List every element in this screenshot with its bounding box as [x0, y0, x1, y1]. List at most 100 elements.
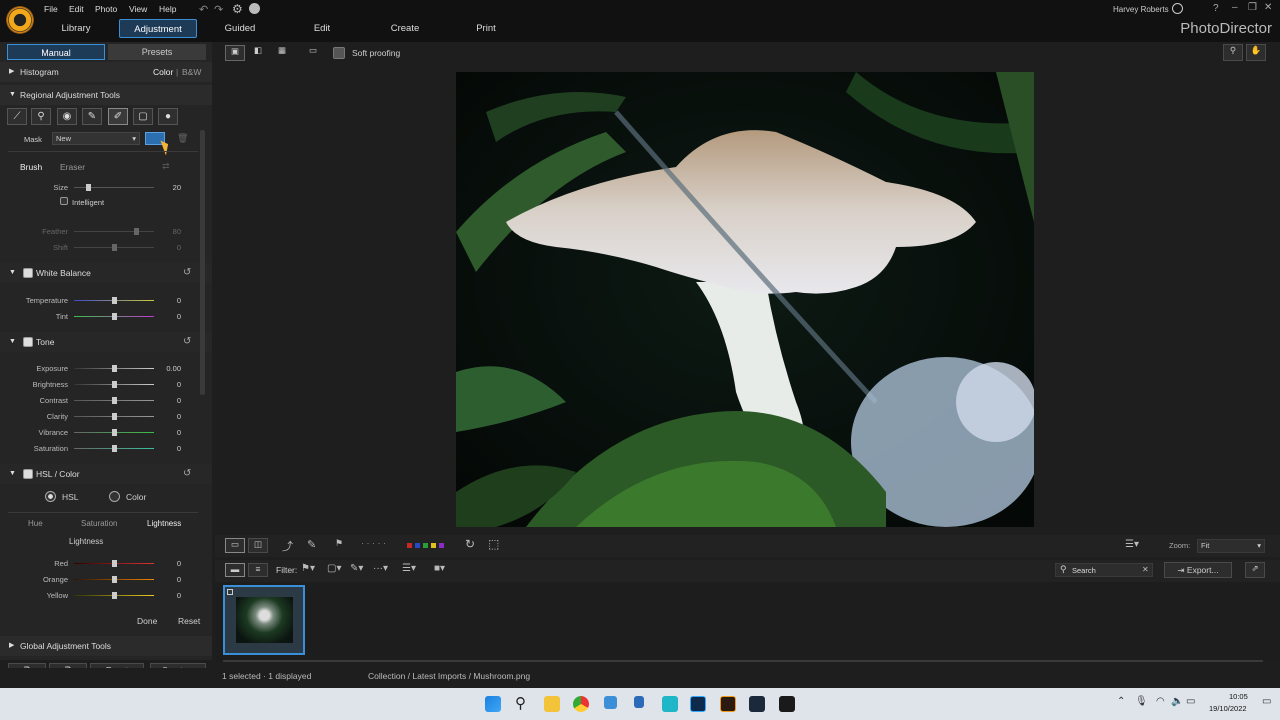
color-radio[interactable] — [109, 491, 120, 502]
slider-knob[interactable] — [112, 592, 117, 599]
filter-flag-icon[interactable]: ⚑▾ — [301, 563, 315, 574]
rotate-export-icon[interactable]: ⤴ — [282, 538, 293, 554]
photodirector-icon[interactable] — [720, 696, 736, 712]
hsl-value[interactable]: 0 — [161, 591, 181, 600]
bw-toggle[interactable]: B&W — [182, 62, 201, 82]
slider-knob[interactable] — [112, 413, 117, 420]
filter-more-icon[interactable]: ···▾ — [373, 563, 388, 574]
search-icon[interactable]: ⚲ — [515, 694, 526, 712]
slider-knob[interactable] — [112, 429, 117, 436]
menu-help[interactable]: Help — [159, 4, 176, 14]
radial-filter-icon[interactable]: ● — [158, 108, 178, 125]
filmstrip-scrollbar[interactable] — [223, 660, 1263, 662]
app-icon[interactable] — [749, 696, 765, 712]
tone-checkbox[interactable] — [23, 337, 33, 347]
tint-value[interactable]: 0 — [161, 312, 181, 321]
second-monitor-icon[interactable]: ▭ — [303, 45, 323, 61]
linear-gradient-icon[interactable]: ▢ — [133, 108, 153, 125]
file-explorer-icon[interactable] — [544, 696, 560, 712]
crop-tool-icon[interactable]: ⟋ — [7, 108, 27, 125]
grid-view-icon[interactable]: ▦ — [272, 45, 292, 61]
subtab-presets[interactable]: Presets — [108, 44, 206, 60]
app-icon[interactable] — [779, 696, 795, 712]
photoshop-icon[interactable] — [690, 696, 706, 712]
filter-shape-icon[interactable]: ▢▾ — [327, 563, 341, 574]
single-layout-icon[interactable]: ▭ — [225, 538, 245, 553]
tone-value[interactable]: 0.00 — [161, 364, 181, 373]
clock-time[interactable]: 10:05 — [1229, 692, 1248, 701]
wifi-icon[interactable]: ◠ — [1156, 696, 1165, 707]
close-icon[interactable]: ✕ — [1264, 2, 1272, 13]
zoom-icon[interactable]: ⚲ — [1223, 44, 1243, 61]
slider-knob[interactable] — [112, 313, 117, 320]
slider-knob[interactable] — [112, 576, 117, 583]
sort-icon[interactable]: ☰▾ — [402, 563, 416, 574]
hsl-radio[interactable] — [45, 491, 56, 502]
undo-icon[interactable]: ↶ — [199, 3, 208, 16]
shift-slider[interactable] — [74, 244, 154, 251]
slider-knob[interactable] — [112, 560, 117, 567]
tone-value[interactable]: 0 — [161, 444, 181, 453]
battery-icon[interactable]: ▭ — [1186, 696, 1195, 707]
slider-knob[interactable] — [112, 244, 117, 251]
tab-adjustment[interactable]: Adjustment — [119, 19, 197, 38]
menu-photo[interactable]: Photo — [95, 4, 117, 14]
slider-knob[interactable] — [112, 397, 117, 404]
notification-icon[interactable]: ▭ — [1262, 696, 1271, 707]
tone-slider[interactable] — [74, 445, 154, 452]
hsl-slider[interactable] — [74, 576, 154, 583]
tab-print[interactable]: Print — [464, 19, 508, 38]
temperature-slider[interactable] — [74, 297, 154, 304]
tone-value[interactable]: 0 — [161, 396, 181, 405]
hsl-tab-hue[interactable]: Hue — [28, 519, 43, 528]
tone-value[interactable]: 0 — [161, 428, 181, 437]
sort-menu-icon[interactable]: ☰▾ — [1125, 539, 1139, 550]
rating-stars[interactable]: · · · · · — [361, 538, 386, 548]
hsl-checkbox[interactable] — [23, 469, 33, 479]
brush-tool-icon[interactable]: ✎ — [82, 108, 102, 125]
swap-icon[interactable]: ⇄ — [162, 161, 170, 172]
slider-knob[interactable] — [134, 228, 139, 235]
color-label-green[interactable] — [423, 543, 428, 548]
reset-link[interactable]: Reset — [178, 616, 200, 626]
red-eye-icon[interactable]: ◉ — [57, 108, 77, 125]
sync-icon[interactable] — [249, 3, 260, 14]
subtab-manual[interactable]: Manual — [7, 44, 105, 60]
thumbnail-selected[interactable] — [223, 585, 305, 655]
pen-icon[interactable]: ✎ — [307, 538, 316, 551]
redo-icon[interactable]: ↷ — [214, 3, 223, 16]
slider-knob[interactable] — [112, 297, 117, 304]
size-value[interactable]: 20 — [161, 183, 181, 192]
soft-proofing-checkbox[interactable] — [333, 47, 345, 59]
slider-knob[interactable] — [112, 365, 117, 372]
settings-icon[interactable]: ⚙ — [232, 2, 243, 16]
spot-removal-icon[interactable]: ⚲ — [31, 108, 51, 125]
flag-icon[interactable]: ⚑ — [335, 538, 343, 549]
user-avatar-icon[interactable] — [1172, 3, 1183, 14]
windows-start-icon[interactable] — [485, 696, 501, 712]
size-slider[interactable] — [74, 184, 154, 191]
hsl-slider[interactable] — [74, 560, 154, 567]
search-field[interactable]: ⚲ Search ✕ — [1055, 563, 1153, 577]
hsl-section[interactable]: ▼ HSL / Color ↺ — [0, 464, 212, 484]
slider-knob[interactable] — [112, 445, 117, 452]
mask-select[interactable]: New ▾ — [52, 132, 140, 145]
powerdirector-icon[interactable] — [662, 696, 678, 712]
tab-library[interactable]: Library — [48, 19, 104, 38]
filmstrip-view-icon[interactable]: ▬ — [225, 563, 245, 577]
slider-knob[interactable] — [86, 184, 91, 191]
hsl-slider[interactable] — [74, 592, 154, 599]
adjustment-brush-icon[interactable]: ✐ — [108, 108, 128, 125]
menu-file[interactable]: File — [44, 4, 58, 14]
reset-icon[interactable]: ↺ — [183, 464, 191, 484]
tab-create[interactable]: Create — [380, 19, 430, 38]
help-icon[interactable]: ? — [1213, 3, 1219, 14]
minimize-icon[interactable]: – — [1232, 2, 1238, 13]
eraser-tab[interactable]: Eraser — [60, 162, 85, 172]
app-icon[interactable] — [604, 696, 617, 709]
side-by-side-icon[interactable]: ◫ — [248, 538, 268, 553]
share-icon[interactable]: ⇗ — [1245, 562, 1265, 578]
menu-view[interactable]: View — [129, 4, 147, 14]
hsl-value[interactable]: 0 — [161, 559, 181, 568]
hsl-value[interactable]: 0 — [161, 575, 181, 584]
